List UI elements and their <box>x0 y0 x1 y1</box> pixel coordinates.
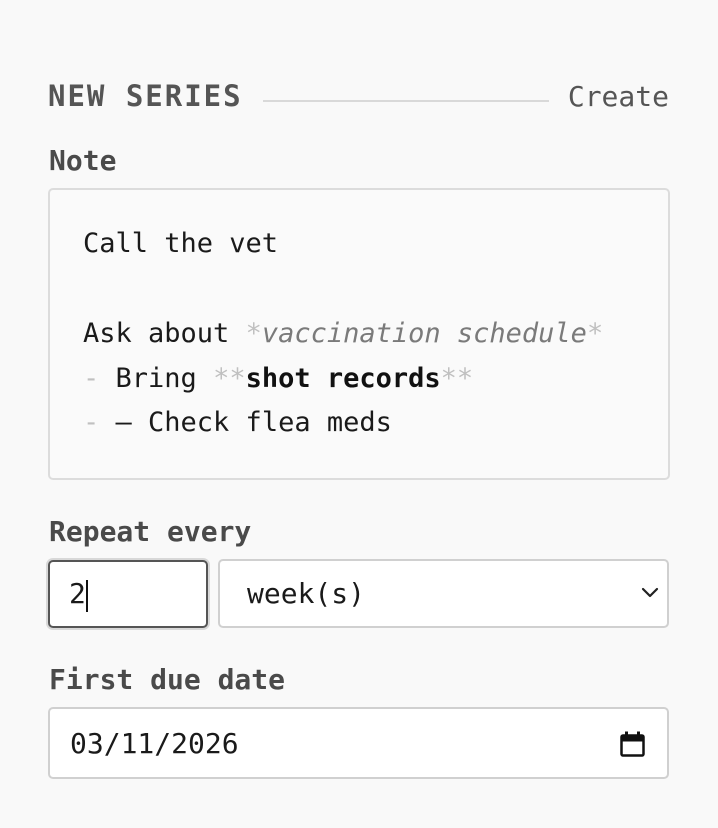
italic-text: vaccination schedule <box>261 318 587 349</box>
header-divider <box>262 100 549 102</box>
bold-text: shot records <box>245 363 441 394</box>
first-due-date-value: 03/11/2026 <box>70 727 239 760</box>
repeat-unit-select[interactable]: week(s) <box>218 559 669 628</box>
note-line-5: - – Check flea meds <box>83 405 392 441</box>
note-line-4: - Bring **shot records** <box>83 361 473 397</box>
note-label: Note <box>49 144 117 177</box>
note-line-3: Ask about *vaccination schedule* <box>83 316 603 352</box>
first-due-label: First due date <box>49 663 286 696</box>
section-header: NEW SERIES Create <box>48 76 669 116</box>
list-marker: - <box>83 407 116 438</box>
text-caret <box>86 580 88 612</box>
note-line-4-prefix: Bring <box>115 363 214 394</box>
repeat-label: Repeat every <box>49 515 252 548</box>
bold-marker-close: ** <box>440 363 474 394</box>
italic-marker-close: * <box>586 318 604 349</box>
repeat-interval-value: 2 <box>69 577 86 610</box>
list-marker: - <box>83 363 116 394</box>
bold-marker-open: ** <box>213 363 246 394</box>
note-line-5-text: – Check flea meds <box>115 407 392 438</box>
repeat-interval-input[interactable]: 2 <box>48 560 208 628</box>
chevron-down-icon <box>641 587 659 598</box>
calendar-icon[interactable] <box>620 731 645 757</box>
first-due-date-input[interactable]: 03/11/2026 <box>48 707 669 779</box>
create-button[interactable]: Create <box>568 80 669 113</box>
italic-marker-open: * <box>245 318 262 349</box>
note-line-3-prefix: Ask about <box>83 318 246 349</box>
repeat-unit-value: week(s) <box>247 577 366 610</box>
note-line-1: Call the vet <box>83 226 278 262</box>
section-title: NEW SERIES <box>48 79 243 113</box>
note-textarea[interactable]: Call the vet Ask about *vaccination sche… <box>48 188 670 480</box>
note-line-1-text: Call the vet <box>83 228 279 259</box>
